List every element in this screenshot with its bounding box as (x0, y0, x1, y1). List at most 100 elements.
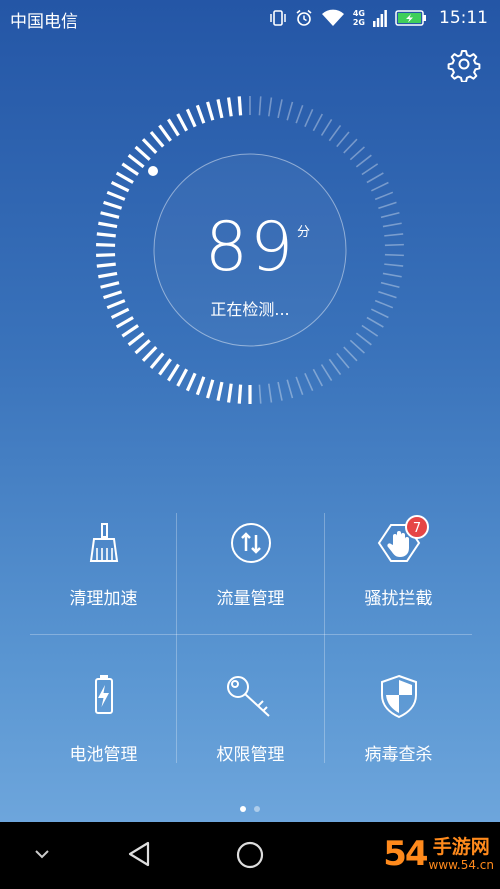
gear-icon (447, 50, 481, 83)
gauge-tick (336, 131, 350, 148)
carrier-name: 中国电信 (10, 12, 78, 32)
gauge-tick (158, 124, 172, 142)
gauge-tick (216, 99, 224, 119)
gauge-tick (370, 181, 389, 192)
traffic-label: 流量管理 (216, 589, 285, 609)
chevron-down-icon[interactable] (33, 847, 51, 861)
notification-badge: 7 (405, 515, 429, 539)
gauge-tick (277, 99, 283, 119)
gauge-tick (366, 172, 384, 184)
scan-status: 正在检测... (210, 300, 290, 319)
watermark-name: 手游网 (432, 836, 490, 858)
gauge-tick (328, 124, 342, 142)
permission-button[interactable]: 权限管理 (177, 635, 324, 765)
network-type: 4G 2G (353, 9, 365, 27)
battery-icon (94, 675, 113, 714)
gauge-tick (361, 163, 379, 176)
permission-label: 权限管理 (216, 745, 285, 765)
battery-status-icon (395, 10, 426, 26)
watermark-url: www.54.cn (428, 858, 494, 872)
gauge-tick (167, 118, 180, 137)
gauge-tick (343, 138, 358, 154)
gauge-tick (149, 131, 165, 148)
wifi-icon (321, 9, 344, 26)
signal-icon (373, 10, 387, 27)
watermark-logo: 54 手游网 www.54.cn (383, 834, 494, 874)
vibrate-icon (270, 10, 286, 26)
watermark-text: 手游网 www.54.cn (429, 836, 494, 872)
gauge-tick (176, 368, 189, 387)
alarm-icon (296, 9, 312, 26)
status-bar: 中国电信 4G 2G 15:11 (0, 0, 500, 36)
gauge-tick (286, 101, 294, 121)
gauge-tick (195, 376, 206, 396)
network-type-bottom: 2G (352, 18, 365, 27)
gauge-tick (121, 162, 139, 176)
cleanup-button[interactable]: 清理加速 (30, 513, 177, 633)
gauge-tick (295, 376, 304, 395)
gauge-tick (312, 113, 324, 132)
gauge-tick (267, 383, 273, 403)
gauge-tick (349, 339, 365, 354)
gauge-tick (110, 181, 130, 193)
gauge-tick (312, 368, 324, 387)
traffic-button[interactable]: 流量管理 (177, 513, 324, 633)
gauge-tick (349, 146, 365, 161)
gauge-tick (343, 346, 358, 362)
data-traffic-icon (230, 523, 271, 563)
back-button[interactable] (126, 840, 152, 868)
gauge-tick (127, 331, 145, 347)
gauge-tick (134, 339, 151, 355)
clock: 15:11 (439, 8, 488, 28)
gauge-tick (355, 154, 372, 168)
gauge-tick (185, 372, 197, 392)
gauge-tick (258, 384, 262, 404)
virus-scan-button[interactable]: 病毒查杀 (325, 635, 472, 765)
gauge-tick (121, 324, 139, 338)
watermark-number: 54 (383, 834, 428, 874)
navigation-bar: 54 手游网 www.54.cn (0, 822, 500, 889)
virus-scan-label: 病毒查杀 (364, 745, 433, 765)
gauge-tick (127, 153, 145, 169)
gauge-tick (328, 358, 342, 376)
gauge-tick (106, 190, 126, 201)
page-indicator (0, 806, 500, 812)
score-value: 89 (204, 208, 296, 287)
gauge-tick (237, 384, 243, 404)
gauge-tick (134, 145, 151, 161)
harassment-block-button[interactable]: 7 骚扰拦截 (325, 513, 472, 633)
gauge-tick (304, 373, 314, 392)
broom-icon (89, 523, 118, 562)
gauge-tick (216, 381, 224, 401)
gauge-tick (226, 97, 233, 117)
gauge-tick (141, 345, 158, 362)
gauge-tick (355, 332, 372, 346)
shield-icon (380, 674, 417, 719)
gauge-tick (195, 104, 206, 124)
gauge-tick (267, 97, 273, 117)
status-icons: 4G 2G 15:11 (269, 5, 488, 31)
gauge-tick (149, 352, 165, 369)
battery-button[interactable]: 电池管理 (30, 635, 177, 765)
gauge-tick (277, 381, 283, 401)
gauge-tick (206, 379, 215, 399)
harassment-block-label: 骚扰拦截 (364, 589, 433, 609)
page-dot-active (240, 806, 246, 812)
gauge-tick (258, 96, 262, 116)
gauge-tick (176, 113, 189, 132)
settings-button[interactable] (446, 46, 482, 83)
gauge-tick (141, 138, 158, 155)
gauge-tick (237, 96, 243, 116)
feature-grid: 清理加速 流量管理 7 骚扰拦截 电池管理 权限管理 病毒查杀 (30, 513, 472, 765)
network-type-top: 4G (352, 9, 365, 18)
gauge-tick (167, 363, 180, 382)
gauge-tick (374, 191, 394, 201)
gauge-tick (115, 171, 134, 184)
gauge-tick (320, 364, 333, 382)
gauge-tick (226, 383, 233, 403)
home-button[interactable] (235, 840, 265, 870)
score-unit: 分 (297, 225, 311, 240)
gauge-tick (361, 324, 379, 337)
gauge-tick (185, 108, 197, 128)
gauge-progress-dot (148, 166, 158, 176)
